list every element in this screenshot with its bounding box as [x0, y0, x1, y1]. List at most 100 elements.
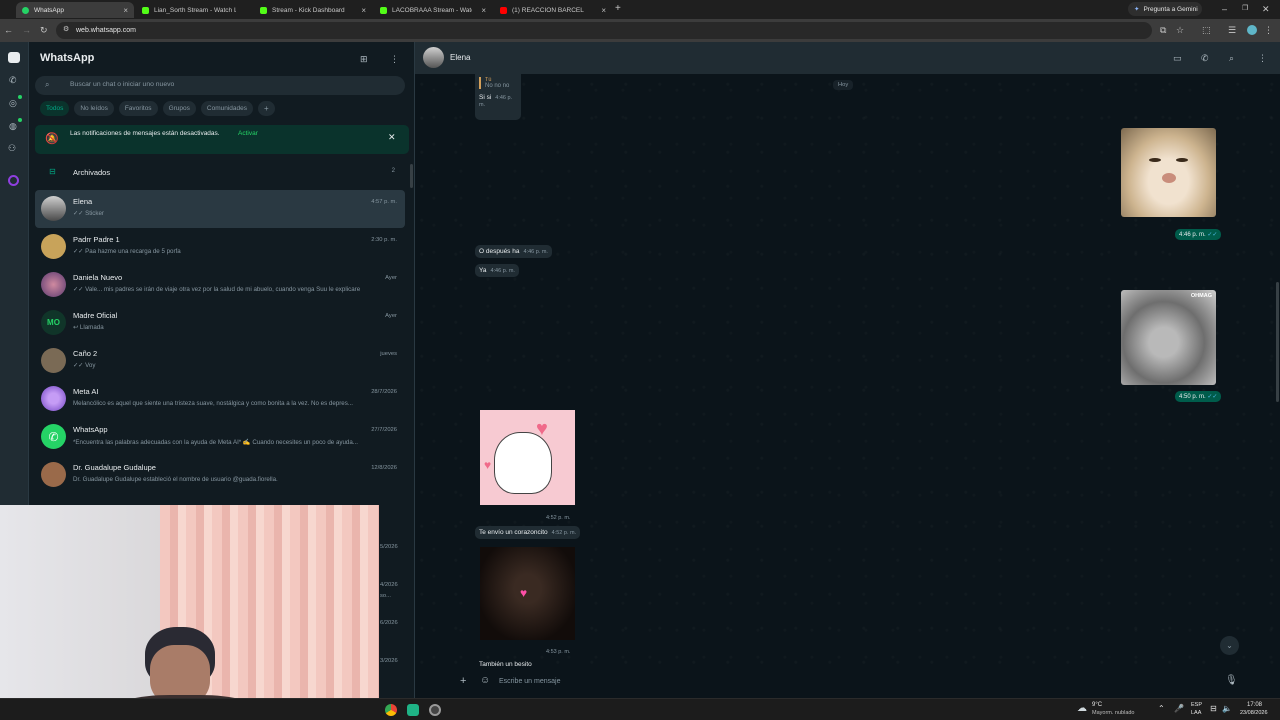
volume-icon[interactable]: 🔈 [1222, 704, 1232, 713]
status-icon[interactable]: ◎ [9, 98, 17, 108]
language-code[interactable]: ESP [1191, 702, 1202, 708]
heart-photo-image[interactable]: ♥ [480, 547, 575, 640]
cat-eye [1149, 158, 1161, 162]
archive-icon: ⊟ [49, 167, 56, 176]
menu-dots-icon[interactable]: ⋮ [1258, 53, 1267, 63]
calls-icon[interactable]: ✆ [9, 75, 17, 85]
tab-search-icon[interactable]: ☰ [1228, 25, 1236, 35]
message-bubble-incoming[interactable]: Te envío un corazoncito 4:52 p. m. [475, 526, 581, 539]
app-icon[interactable] [407, 704, 419, 716]
tab-whatsapp[interactable]: WhatsApp × [16, 2, 134, 18]
mic-tray-icon[interactable]: 🎤 [1174, 704, 1184, 713]
microphone-icon[interactable]: 🎙 [1225, 676, 1238, 686]
chrome-icon[interactable] [385, 704, 397, 716]
tab-youtube[interactable]: (1) REACCIÓN BARCELONA × [494, 2, 612, 18]
close-icon[interactable]: × [361, 6, 366, 15]
chat-row[interactable]: ✆ WhatsApp *Encuentra las palabras adecu… [35, 418, 405, 456]
filter-favorites[interactable]: Favoritos [118, 101, 158, 116]
chat-header[interactable]: Elena ▭ ✆ ⌕ ⋮ [415, 42, 1280, 74]
archived-count: 2 [391, 168, 395, 174]
attach-plus-icon[interactable]: + [460, 676, 466, 687]
close-icon[interactable]: ✕ [388, 132, 396, 143]
channels-icon[interactable]: ◍ [9, 121, 17, 131]
new-chat-icon[interactable]: ⊞ [360, 54, 368, 64]
close-icon[interactable]: × [123, 6, 128, 15]
message-text: O después ha [479, 248, 520, 255]
message-bubble-outgoing[interactable]: 4:46 p. m. ✓✓ [1175, 229, 1222, 240]
minimize-icon[interactable]: – [1222, 4, 1227, 14]
filter-unread[interactable]: No leídos [74, 101, 114, 116]
chat-row[interactable]: Padrr Padre 1 ✓✓ Paa hazme una recarga d… [35, 228, 405, 266]
contact-name[interactable]: Elena [450, 53, 470, 62]
cat-sticker-image[interactable]: OHMAG [1121, 290, 1216, 385]
close-icon[interactable]: × [481, 6, 486, 15]
status-dot [18, 95, 22, 99]
new-tab-icon[interactable]: + [615, 4, 621, 14]
archived-row[interactable]: ⊟ Archivados 2 [35, 160, 405, 184]
tray-chevron-icon[interactable]: ⌃ [1158, 704, 1165, 713]
scroll-down-icon[interactable]: ⌄ [1220, 636, 1239, 655]
message-bubble-incoming[interactable]: Ya 4:46 p. m. [475, 264, 519, 277]
emoji-icon[interactable]: ☺ [480, 676, 490, 686]
tab-kick-dashboard[interactable]: Stream - Kick Dashboard × [254, 2, 372, 18]
filter-communities[interactable]: Comunidades [200, 101, 253, 116]
search-icon[interactable]: ⌕ [1229, 53, 1234, 63]
chat-row[interactable]: Caño 2 ✓✓ Voy jueves [35, 342, 405, 380]
chat-time: 2:30 p. m. [371, 237, 397, 243]
message-bubble-incoming[interactable]: O después ha 4:46 p. m. [475, 245, 552, 258]
phone-icon: ↩ [73, 324, 80, 331]
message-bubble-incoming[interactable]: Tú No no no Si si 4:46 p. m. [475, 74, 521, 120]
filter-groups[interactable]: Grupos [162, 101, 196, 116]
search-icon: ⌕ [45, 80, 50, 89]
chat-row[interactable]: MO Madre Oficial ↩ Llamada Ayer [35, 304, 405, 342]
bell-off-icon: 🔕 [45, 133, 59, 145]
tab-kick-lian[interactable]: Lian_Sorth Stream - Watch Live [136, 2, 242, 18]
avatar[interactable] [423, 47, 444, 68]
gemini-button[interactable]: ✦ Pregunta a Gemini [1128, 2, 1202, 16]
video-call-icon[interactable]: ▭ [1173, 53, 1182, 63]
communities-icon[interactable]: ⚇ [8, 143, 16, 153]
meta-ai-icon[interactable] [8, 175, 19, 186]
profile-avatar[interactable] [1247, 25, 1257, 35]
tab-label: Stream - Kick Dashboard [272, 6, 345, 14]
cat-sticker-image[interactable] [1121, 128, 1216, 217]
chat-row[interactable]: Elena ✓✓ Sticker 4:57 p. m. [35, 190, 405, 228]
back-icon[interactable]: ← [4, 25, 13, 35]
site-info-icon[interactable]: ⚙ [63, 25, 69, 33]
bookmark-star-icon[interactable]: ☆ [1176, 25, 1184, 35]
window-close-icon[interactable]: ✕ [1262, 4, 1270, 14]
clock-time[interactable]: 17:08 [1247, 702, 1262, 708]
blob-sticker-image[interactable]: ♥ ♥ [480, 410, 575, 505]
reload-icon[interactable]: ↻ [40, 25, 48, 35]
maximize-icon[interactable]: ❐ [1242, 4, 1248, 14]
add-filter-icon[interactable]: + [258, 101, 275, 116]
menu-dots-icon[interactable]: ⋮ [390, 54, 399, 64]
forward-icon[interactable]: → [22, 25, 31, 35]
message-placeholder: Escribe un mensaje [499, 678, 561, 685]
message-input[interactable]: Escribe un mensaje [495, 672, 1235, 692]
message-bubble-outgoing[interactable]: 4:50 p. m. ✓✓ [1175, 391, 1222, 402]
install-app-icon[interactable]: ⧉ [1160, 25, 1166, 35]
chats-icon[interactable] [8, 52, 20, 63]
menu-dots-icon[interactable]: ⋮ [1264, 25, 1273, 35]
chat-time: 27/7/2026 [371, 427, 397, 433]
search-input[interactable]: ⌕ Buscar un chat o iniciar uno nuevo [35, 76, 405, 95]
voice-call-icon[interactable]: ✆ [1201, 53, 1209, 63]
filter-all[interactable]: Todos [40, 101, 70, 116]
obs-icon[interactable] [429, 704, 441, 716]
chat-row[interactable]: Daniela Nuevo ✓✓ Vale... mis padres se i… [35, 266, 405, 304]
network-icon[interactable]: ⊟ [1210, 704, 1217, 713]
close-icon[interactable]: × [601, 6, 606, 15]
scrollbar[interactable] [410, 164, 413, 188]
chat-time: 6/2026 [380, 620, 398, 626]
keyboard-layout[interactable]: LAA [1191, 710, 1201, 716]
clock-date[interactable]: 23/08/2026 [1240, 710, 1268, 716]
extensions-icon[interactable]: ⬚ [1202, 25, 1211, 35]
address-bar[interactable]: ⚙ web.whatsapp.com [56, 22, 1152, 39]
chat-row[interactable]: Meta AI Melancólico es aquel que siente … [35, 380, 405, 418]
weather-desc: Mayorm. nublado [1092, 710, 1135, 716]
tab-kick-lacobraaa[interactable]: LACOBRAAA Stream - Watc × [374, 2, 492, 18]
enable-notifications-link[interactable]: Activar [238, 130, 258, 137]
scrollbar[interactable] [1276, 282, 1279, 402]
chat-row[interactable]: Dr. Guadalupe Gudalupe Dr. Guadalupe Gud… [35, 456, 405, 494]
